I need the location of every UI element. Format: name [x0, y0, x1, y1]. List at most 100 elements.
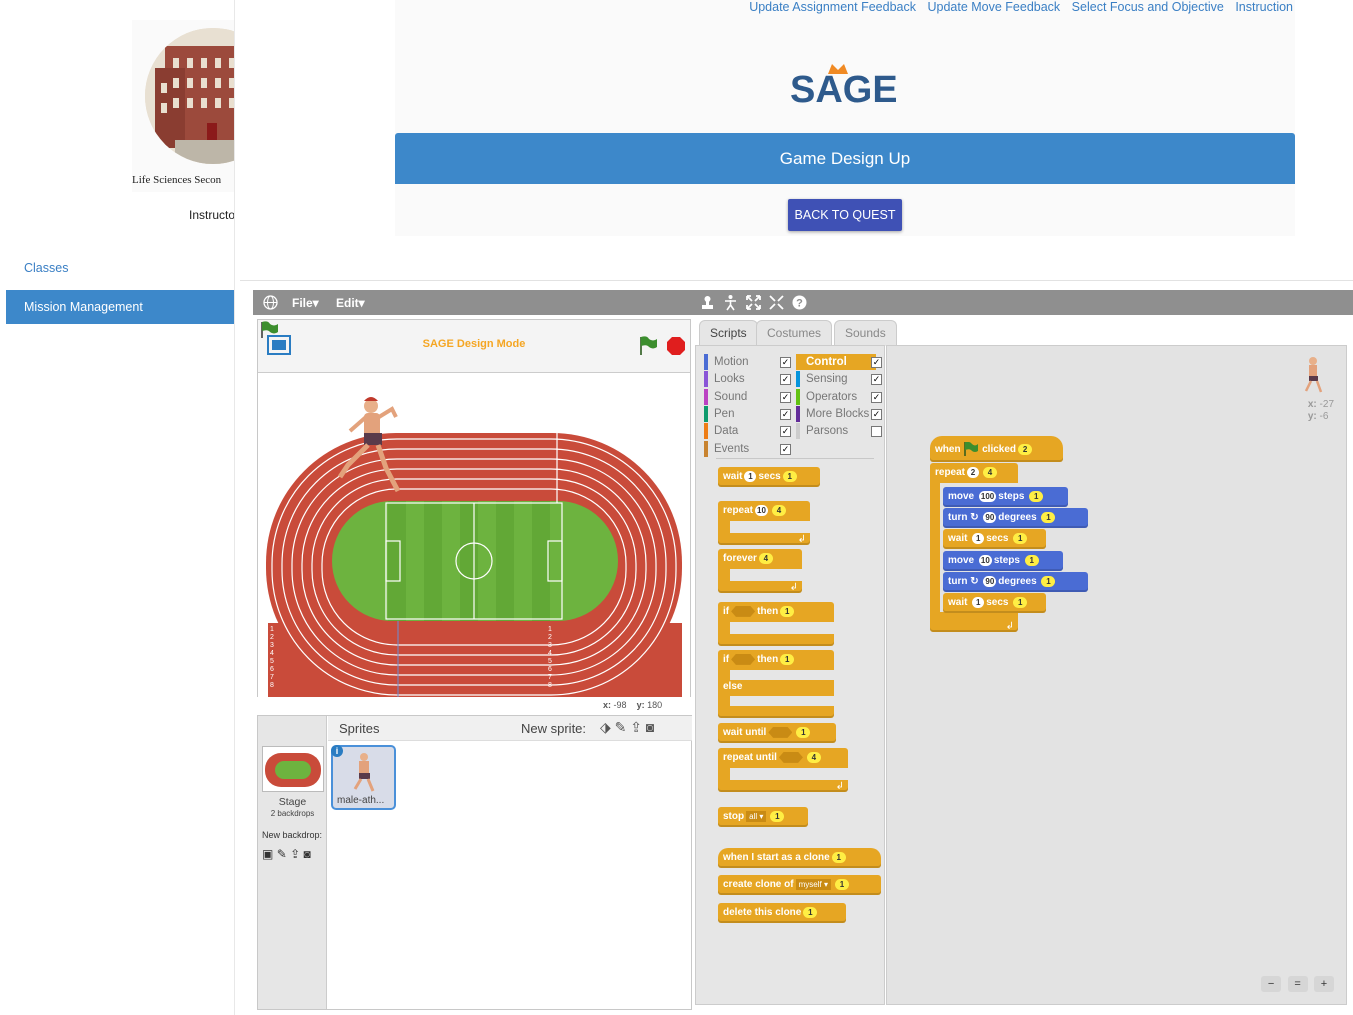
category-operators[interactable]: Operators [796, 388, 876, 405]
collapse-icon[interactable] [768, 294, 785, 311]
motion-block[interactable]: turn ↻ 90 degrees 1 [943, 508, 1088, 528]
update-move-feedback-link[interactable]: Update Move Feedback [927, 0, 1060, 14]
nav-mission-management[interactable]: Mission Management [6, 290, 234, 324]
back-to-quest-button[interactable]: BACK TO QUEST [788, 199, 902, 231]
delete-clone-block[interactable]: delete this clone 1 [718, 903, 846, 923]
stop-block[interactable]: stop all ▾ 1 [718, 807, 808, 827]
category-data[interactable]: Data [704, 423, 784, 440]
repeat-until-block[interactable]: repeat until 4 ↲ [718, 748, 848, 792]
svg-text:7: 7 [270, 674, 274, 681]
repeat-block[interactable]: repeat 10 4 ↲ [718, 501, 810, 545]
category-visibility-checkbox[interactable]: ✓ [871, 357, 882, 368]
header-panel: SAGE Game Design Up BACK TO QUEST [395, 0, 1295, 236]
category-visibility-checkbox[interactable]: ✓ [871, 391, 882, 403]
edit-menu[interactable]: Edit▾ [336, 296, 365, 310]
school-name: Life Sciences Secon [132, 174, 222, 186]
stage-selector: Stage 2 backdrops New backdrop: ▣ ✎ ⇪ ◙ [258, 716, 327, 1009]
category-label: Events [714, 442, 750, 455]
create-clone-block[interactable]: create clone of myself ▾ 1 [718, 875, 881, 895]
tab-scripts[interactable]: Scripts [699, 320, 758, 346]
svg-text:3: 3 [270, 642, 274, 649]
svg-text:8: 8 [548, 682, 552, 689]
instruction-link[interactable]: Instruction [1235, 0, 1293, 14]
category-visibility-checkbox[interactable]: ✓ [871, 408, 882, 420]
select-focus-objective-link[interactable]: Select Focus and Objective [1072, 0, 1224, 14]
category-color-swatch [796, 423, 800, 440]
category-visibility-checkbox[interactable]: ✓ [780, 391, 791, 403]
category-color-swatch [704, 405, 708, 422]
category-visibility-checkbox[interactable]: ✓ [780, 443, 791, 455]
info-icon[interactable]: i [331, 745, 343, 757]
category-visibility-checkbox[interactable]: ✓ [780, 408, 791, 420]
corral-header: Sprites New sprite: ⬗ ✎ ⇪ ◙ [328, 716, 692, 741]
when-flag-clicked-block[interactable]: when clicked 2 [930, 436, 1063, 462]
category-control[interactable]: Control [796, 354, 876, 370]
when-start-as-clone-block[interactable]: when I start as a clone 1 [718, 848, 881, 868]
forever-block[interactable]: forever 4 ↲ [718, 549, 802, 593]
stage-size-icon[interactable] [722, 294, 739, 311]
if-else-block[interactable]: if then 1 else [718, 650, 834, 718]
category-color-swatch [704, 440, 708, 457]
stamp-icon[interactable] [699, 294, 716, 311]
nav-classes[interactable]: Classes [6, 251, 234, 285]
paint-backdrop-icon[interactable]: ▣ [262, 847, 273, 861]
category-pen[interactable]: Pen [704, 405, 784, 422]
category-more-blocks[interactable]: More Blocks [796, 405, 876, 422]
motion-block[interactable]: turn ↻ 90 degrees 1 [943, 572, 1088, 592]
category-color-swatch [796, 405, 800, 422]
upload-icon[interactable]: ⇪ [290, 847, 300, 861]
globe-icon[interactable] [262, 294, 279, 311]
tab-sounds[interactable]: Sounds [834, 320, 897, 346]
camera-icon[interactable]: ◙ [304, 847, 311, 861]
svg-text:2: 2 [270, 634, 274, 641]
expand-icon[interactable] [745, 294, 762, 311]
sprite-thumbnail-male-athlete[interactable]: male-ath... i [331, 745, 396, 810]
update-assignment-feedback-link[interactable]: Update Assignment Feedback [749, 0, 916, 14]
control-block[interactable]: wait 1 secs 1 [943, 529, 1046, 549]
wait-secs-block[interactable]: wait 1 secs 1 [718, 467, 820, 487]
stage-canvas[interactable]: 12345678 12345678 [258, 372, 690, 697]
category-visibility-checkbox[interactable] [871, 426, 882, 438]
zoom-controls: − = + [1259, 974, 1334, 992]
file-menu[interactable]: File▾ [292, 296, 319, 310]
if-then-block[interactable]: if then 1 [718, 602, 834, 646]
sprite-name: male-ath... [337, 795, 385, 806]
category-visibility-checkbox[interactable]: ✓ [780, 426, 791, 438]
green-flag-button[interactable] [638, 336, 658, 356]
category-parsons[interactable]: Parsons [796, 423, 876, 440]
stop-sign-button[interactable] [666, 336, 686, 356]
control-block[interactable]: wait 1 secs 1 [943, 593, 1046, 613]
category-visibility-checkbox[interactable]: ✓ [780, 374, 791, 386]
category-sound[interactable]: Sound [704, 388, 784, 405]
turtle-icon[interactable]: ⬗ [600, 719, 611, 735]
category-looks[interactable]: Looks [704, 371, 784, 388]
category-visibility-checkbox[interactable]: ✓ [780, 357, 791, 368]
zoom-in-button[interactable]: + [1314, 976, 1334, 992]
tab-costumes[interactable]: Costumes [756, 320, 833, 346]
category-visibility-checkbox[interactable]: ✓ [871, 374, 882, 386]
current-sprite-icon [1304, 357, 1323, 393]
upload-sprite-icon[interactable]: ⇪ [630, 719, 642, 735]
svg-text:4: 4 [548, 650, 552, 657]
paint-sprite-icon[interactable]: ✎ [615, 719, 627, 735]
brush-icon[interactable]: ✎ [277, 847, 287, 861]
zoom-out-button[interactable]: − [1261, 976, 1282, 992]
new-sprite-label: New sprite: [521, 721, 587, 736]
sidebar: Life Sciences Secon Instructo Classes Mi… [0, 0, 235, 1015]
motion-block[interactable]: move 10 steps 1 [943, 551, 1063, 571]
wait-until-block[interactable]: wait until 1 [718, 723, 836, 743]
running-track-backdrop: 12345678 12345678 [258, 373, 690, 697]
svg-text:5: 5 [548, 658, 552, 665]
category-color-swatch [704, 388, 708, 405]
camera-sprite-icon[interactable]: ◙ [646, 719, 654, 735]
script-area[interactable]: x: -27 y: -6 when clicked 2 repeat 2 4 ↲ mo… [886, 345, 1347, 1005]
category-sensing[interactable]: Sensing [796, 371, 876, 388]
stage-thumbnail[interactable] [262, 746, 324, 792]
snap-editor: File▾ Edit▾ ? SAGE Design Mode 1 2 3 4 5… [253, 290, 1353, 1015]
top-links: Update Assignment Feedback Update Move F… [741, 0, 1293, 14]
motion-block[interactable]: move 100 steps 1 [943, 487, 1068, 507]
category-events[interactable]: Events [704, 440, 784, 457]
help-icon[interactable]: ? [791, 294, 808, 311]
zoom-reset-button[interactable]: = [1287, 976, 1308, 992]
category-motion[interactable]: Motion [704, 354, 784, 370]
